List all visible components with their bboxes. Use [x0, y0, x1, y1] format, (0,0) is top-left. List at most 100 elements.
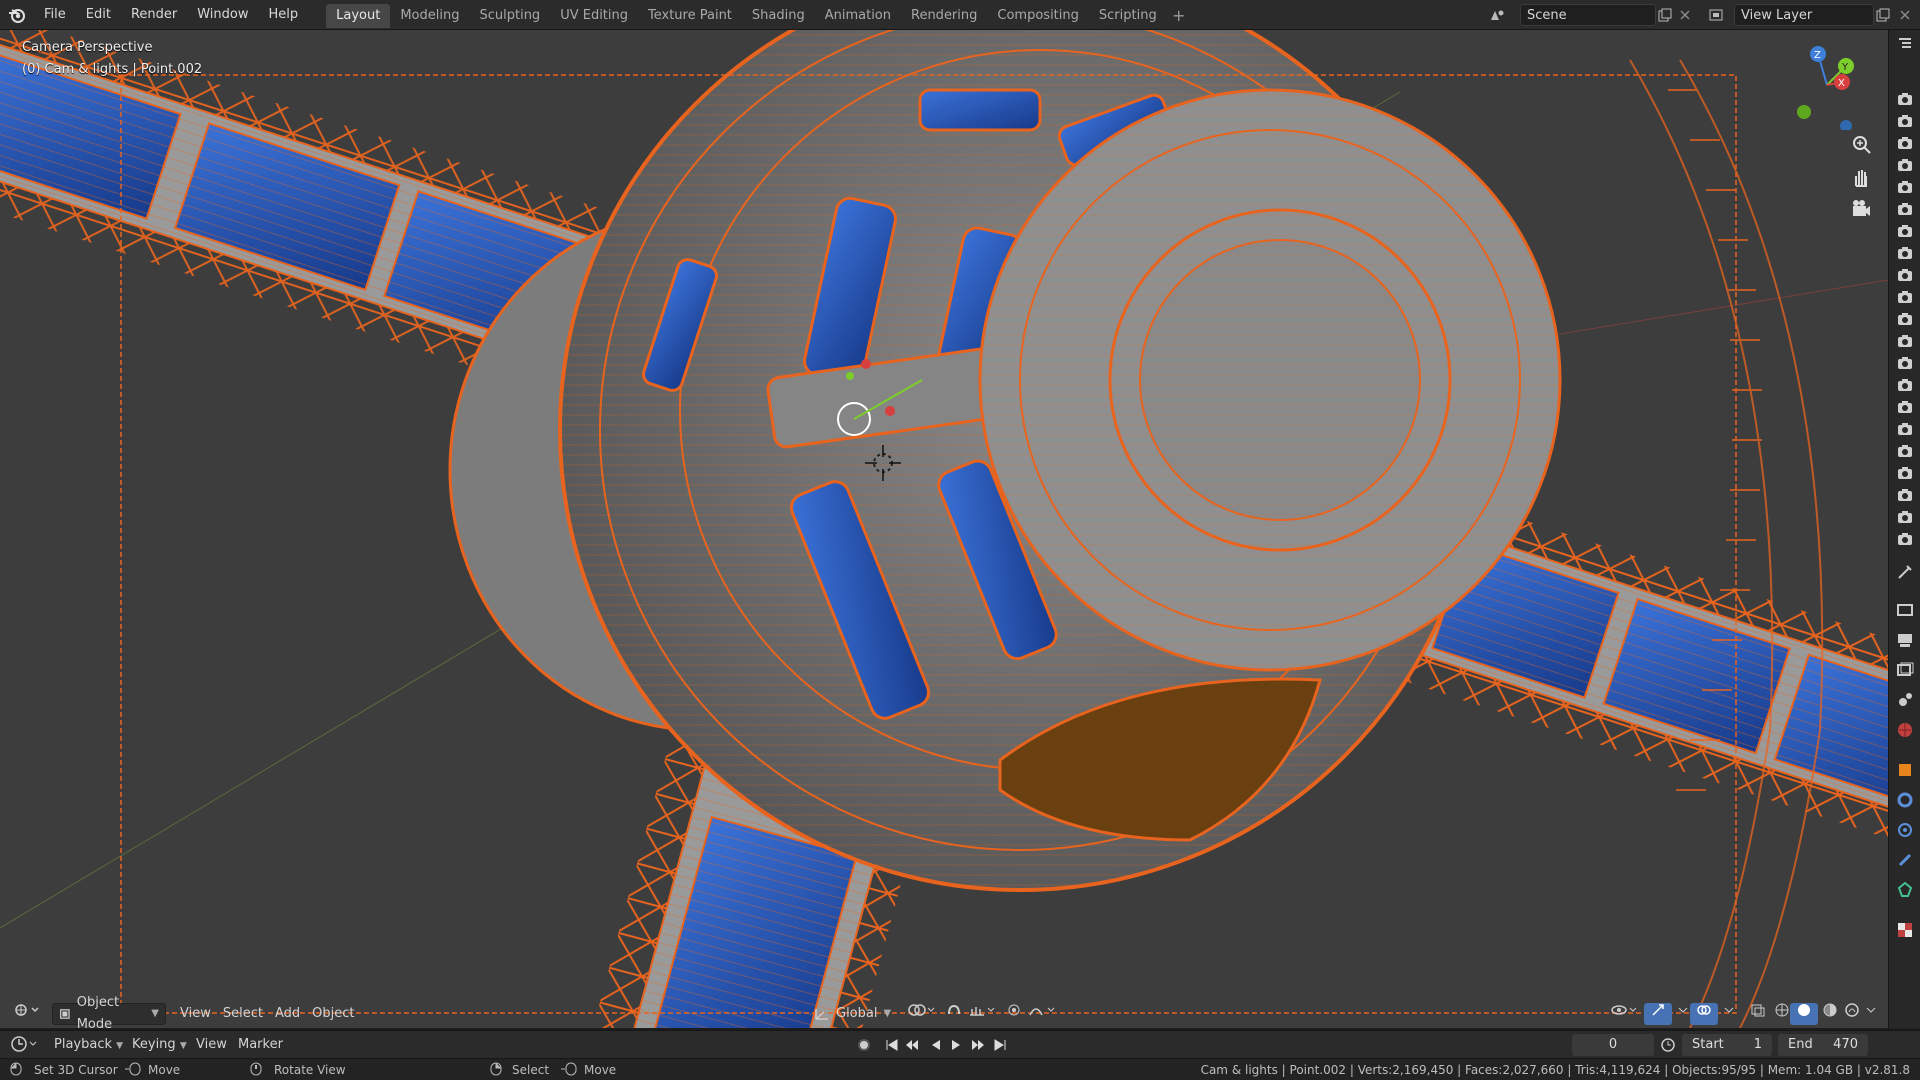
- play-reverse-icon[interactable]: [928, 1037, 944, 1053]
- end-frame-field[interactable]: End 470: [1778, 1034, 1868, 1056]
- play-icon[interactable]: [948, 1037, 964, 1053]
- new-view-layer-icon[interactable]: [1874, 6, 1892, 24]
- camera-visibility-icon[interactable]: [1897, 488, 1913, 502]
- menu-edit[interactable]: Edit: [76, 4, 121, 26]
- delete-scene-icon[interactable]: [1676, 6, 1694, 24]
- mouse-drag-icon: [124, 1062, 142, 1078]
- pivot-point-icon[interactable]: [900, 1003, 942, 1025]
- timeline-editor-type[interactable]: [10, 1035, 40, 1053]
- tab-uv-editing[interactable]: UV Editing: [550, 4, 638, 28]
- camera-visibility-icon[interactable]: [1897, 510, 1913, 524]
- playback-menu[interactable]: Playback ▼: [48, 1034, 129, 1056]
- object-mode-dropdown[interactable]: Object Mode ▼: [52, 995, 166, 1032]
- render-properties-icon[interactable]: [1895, 600, 1915, 620]
- camera-visibility-icon[interactable]: [1897, 312, 1913, 326]
- camera-visibility-icon[interactable]: [1897, 114, 1913, 128]
- scene-field[interactable]: Scene: [1520, 4, 1656, 26]
- add-workspace-button[interactable]: +: [1167, 4, 1191, 28]
- output-properties-icon[interactable]: [1895, 630, 1915, 650]
- menu-window[interactable]: Window: [187, 4, 258, 26]
- camera-visibility-icon[interactable]: [1897, 268, 1913, 282]
- camera-visibility-icon[interactable]: [1897, 246, 1913, 260]
- current-frame-field[interactable]: 0: [1572, 1034, 1654, 1056]
- data-properties-icon[interactable]: [1895, 880, 1915, 900]
- overlays-toggle-icon[interactable]: [1690, 1003, 1718, 1025]
- start-frame-field[interactable]: Start 1: [1682, 1034, 1772, 1056]
- camera-view-icon[interactable]: [1850, 198, 1872, 220]
- camera-visibility-icon[interactable]: [1897, 92, 1913, 106]
- camera-visibility-icon[interactable]: [1897, 290, 1913, 304]
- tab-layout[interactable]: Layout: [326, 3, 391, 28]
- object-properties-icon[interactable]: [1895, 760, 1915, 780]
- tab-shading[interactable]: Shading: [742, 4, 815, 28]
- snap-target-icon[interactable]: [962, 1003, 1004, 1025]
- world-properties-icon[interactable]: [1895, 720, 1915, 740]
- camera-visibility-icon[interactable]: [1897, 136, 1913, 150]
- constraint-properties-icon[interactable]: [1895, 850, 1915, 870]
- texture-properties-icon[interactable]: [1895, 920, 1915, 940]
- navigation-gizmo[interactable]: Z Y X: [1782, 40, 1872, 132]
- preview-range-icon[interactable]: [1660, 1037, 1676, 1053]
- menu-file[interactable]: File: [34, 4, 76, 26]
- camera-visibility-icon[interactable]: [1897, 158, 1913, 172]
- delete-view-layer-icon[interactable]: [1896, 6, 1914, 24]
- pan-view-icon[interactable]: [1850, 166, 1872, 188]
- camera-visibility-icon[interactable]: [1897, 224, 1913, 238]
- timeline-view-menu[interactable]: View: [190, 1034, 233, 1056]
- view-layer-field[interactable]: View Layer: [1734, 4, 1874, 26]
- record-button[interactable]: [856, 1037, 872, 1053]
- add-menu[interactable]: Add: [269, 1003, 306, 1025]
- shading-options-icon[interactable]: [1860, 1003, 1882, 1025]
- mouse-middle-icon: [250, 1062, 262, 1078]
- camera-visibility-icon[interactable]: [1897, 466, 1913, 480]
- prev-keyframe-icon[interactable]: [904, 1037, 920, 1053]
- keying-menu[interactable]: Keying ▼: [126, 1034, 193, 1056]
- physics-properties-icon[interactable]: [1895, 820, 1915, 840]
- falloff-icon[interactable]: [1022, 1003, 1064, 1025]
- visibility-icon[interactable]: [1604, 1003, 1646, 1025]
- camera-visibility-icon[interactable]: [1897, 400, 1913, 414]
- tab-sculpting[interactable]: Sculpting: [469, 4, 550, 28]
- tab-scripting[interactable]: Scripting: [1089, 4, 1167, 28]
- viewport-scene[interactable]: [0, 30, 1888, 1028]
- camera-visibility-icon[interactable]: [1897, 202, 1913, 216]
- 3d-viewport[interactable]: Camera Perspective (0) Cam & lights | Po…: [0, 30, 1888, 1028]
- overlays-options-icon[interactable]: [1718, 1003, 1740, 1025]
- zoom-view-icon[interactable]: [1850, 134, 1872, 156]
- jump-end-icon[interactable]: [992, 1037, 1008, 1053]
- outliner-collapsed: [1888, 30, 1920, 567]
- jump-start-icon[interactable]: [884, 1037, 900, 1053]
- tab-rendering[interactable]: Rendering: [901, 4, 987, 28]
- editor-type-menu[interactable]: [8, 1003, 46, 1025]
- camera-visibility-icon[interactable]: [1897, 180, 1913, 194]
- modifier-properties-icon[interactable]: [1895, 790, 1915, 810]
- transform-orientation-dropdown[interactable]: Global ▼: [808, 1003, 897, 1025]
- blender-logo-icon[interactable]: [6, 4, 28, 26]
- next-keyframe-icon[interactable]: [970, 1037, 986, 1053]
- camera-visibility-icon[interactable]: [1897, 422, 1913, 436]
- editor-type-icon[interactable]: [1897, 36, 1913, 52]
- view-layer-icon[interactable]: [1708, 6, 1726, 24]
- camera-visibility-icon[interactable]: [1897, 444, 1913, 458]
- camera-visibility-icon[interactable]: [1897, 334, 1913, 348]
- gizmo-toggle-icon[interactable]: [1644, 1003, 1672, 1025]
- view-layer-properties-icon[interactable]: [1895, 660, 1915, 680]
- camera-visibility-icon[interactable]: [1897, 356, 1913, 370]
- tab-modeling[interactable]: Modeling: [390, 4, 469, 28]
- view-menu[interactable]: View: [174, 1003, 217, 1025]
- marker-menu[interactable]: Marker: [232, 1034, 289, 1056]
- camera-visibility-icon[interactable]: [1897, 378, 1913, 392]
- tab-texture-paint[interactable]: Texture Paint: [638, 4, 742, 28]
- scene-properties-icon[interactable]: [1895, 690, 1915, 710]
- active-tool-icon[interactable]: [1895, 562, 1915, 582]
- scene-selector-icon[interactable]: [1488, 6, 1506, 24]
- object-menu[interactable]: Object: [306, 1003, 360, 1025]
- select-menu[interactable]: Select: [217, 1003, 269, 1025]
- solid-shading-icon[interactable]: [1790, 1003, 1818, 1025]
- menu-render[interactable]: Render: [121, 4, 187, 26]
- tab-compositing[interactable]: Compositing: [987, 4, 1089, 28]
- camera-visibility-icon[interactable]: [1897, 532, 1913, 546]
- new-scene-icon[interactable]: [1656, 6, 1674, 24]
- menu-help[interactable]: Help: [259, 4, 309, 26]
- tab-animation[interactable]: Animation: [815, 4, 901, 28]
